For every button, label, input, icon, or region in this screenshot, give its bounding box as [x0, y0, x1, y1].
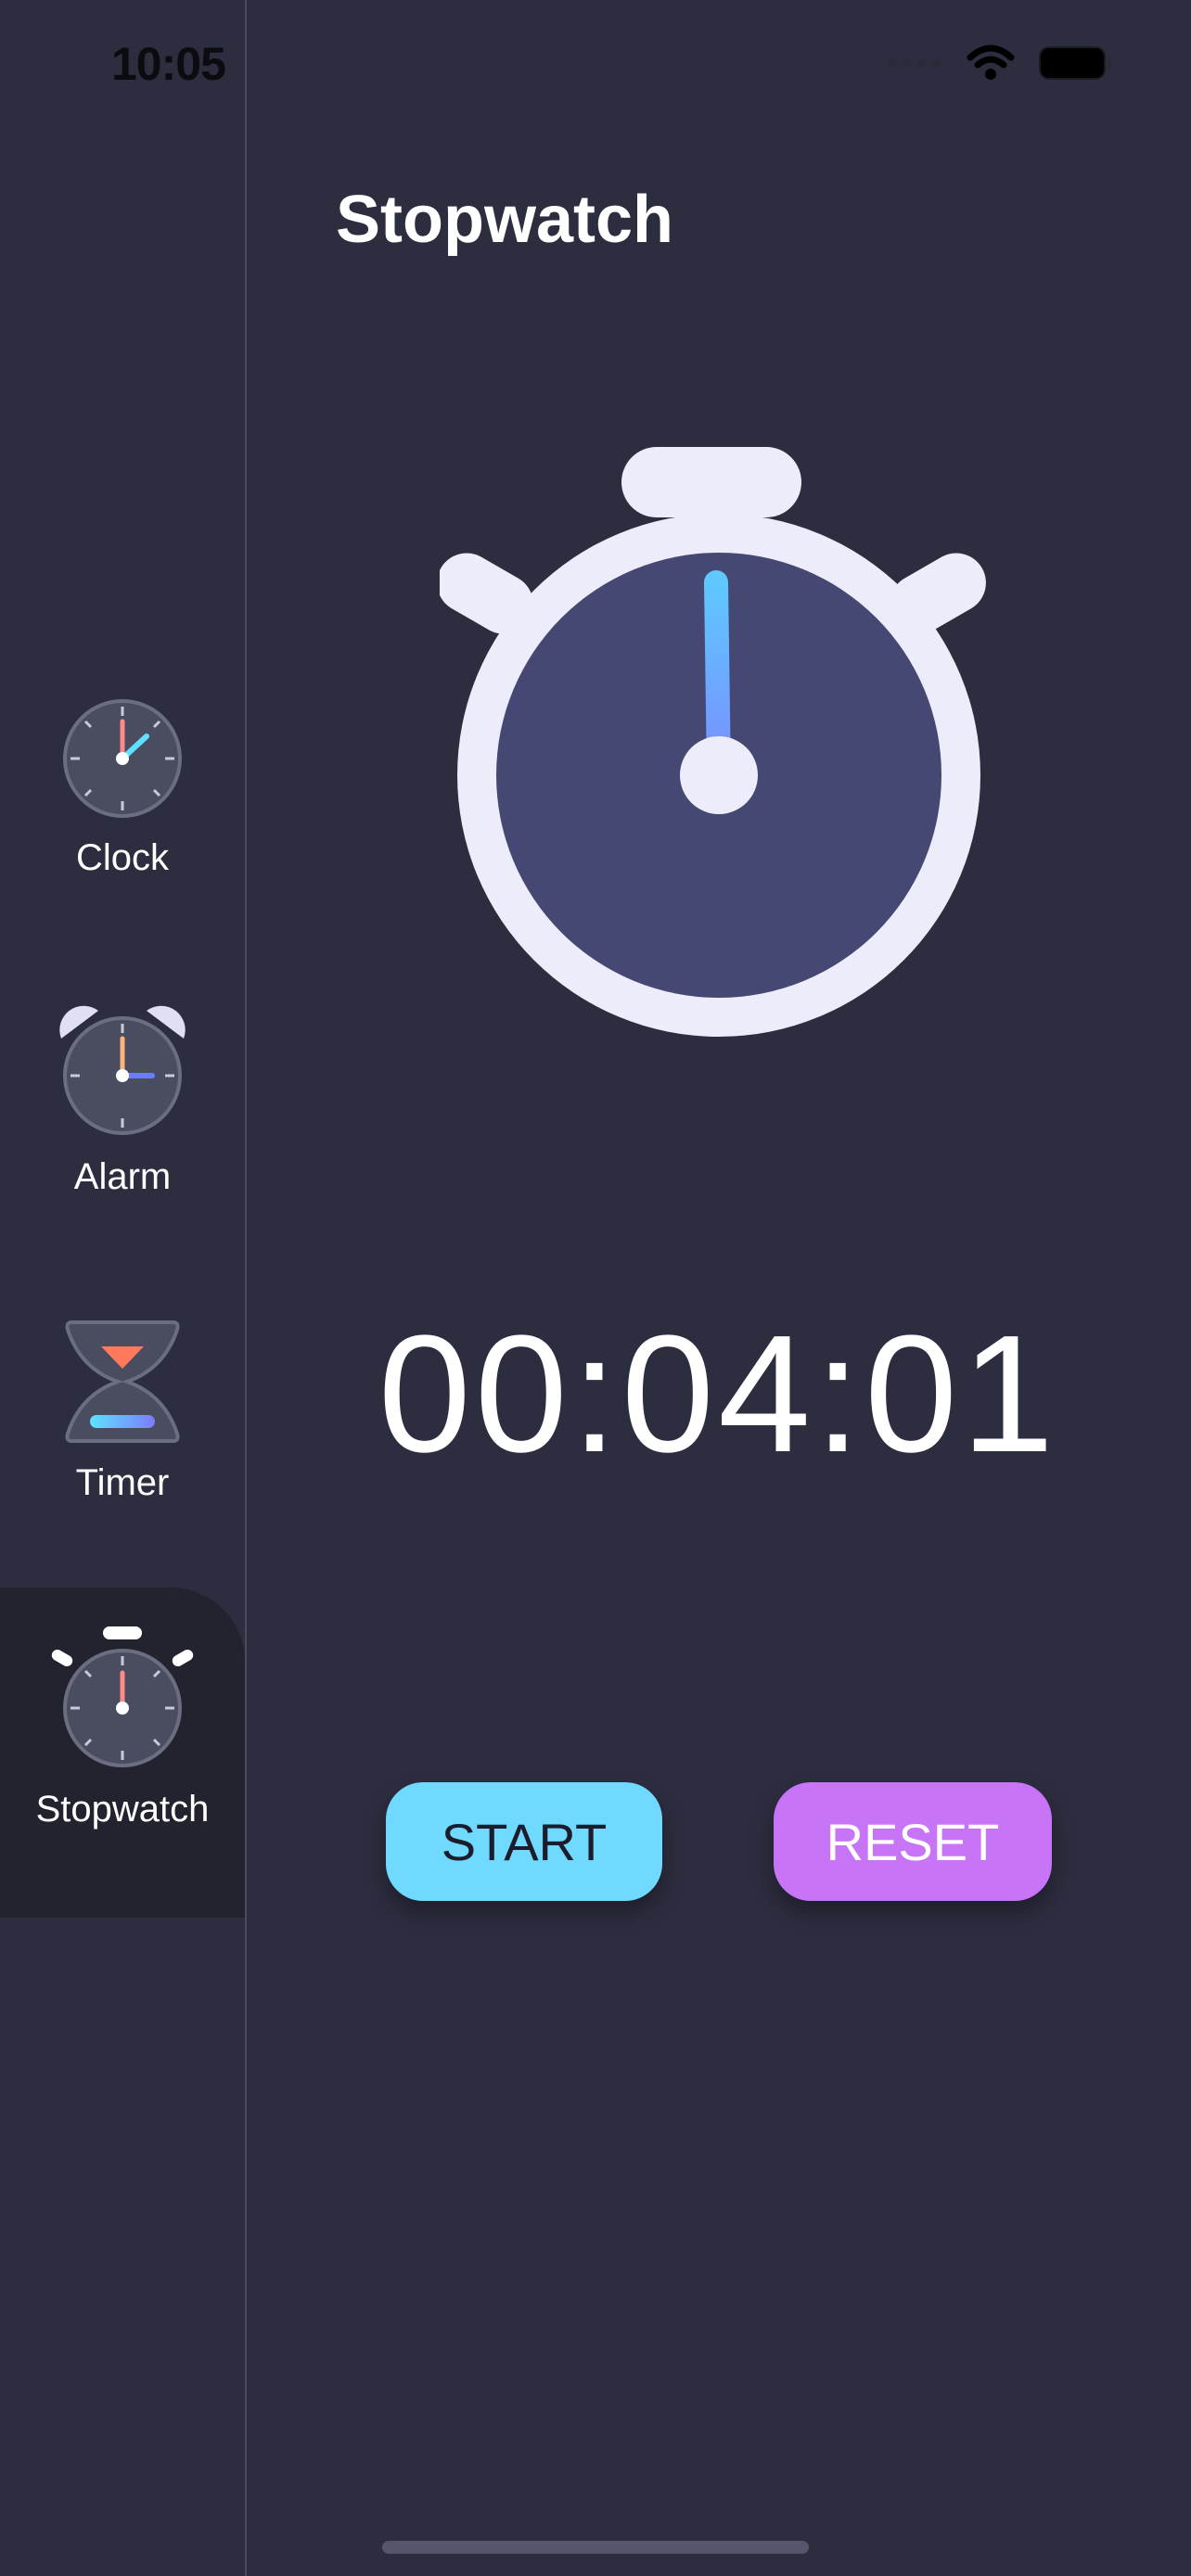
hourglass-icon: [65, 1320, 180, 1443]
sidebar-item-label: Timer: [75, 1462, 170, 1503]
start-button[interactable]: START: [386, 1782, 662, 1901]
stopwatch-illustration: [440, 447, 986, 1037]
battery-icon: [1039, 46, 1112, 80]
sidebar-item-clock[interactable]: Clock: [0, 695, 245, 879]
sidebar-nav: Clock Alarm Timer Stopwatch: [0, 0, 247, 2576]
sidebar-item-stopwatch[interactable]: Stopwatch: [0, 1588, 245, 1918]
sidebar-item-label: Clock: [75, 837, 170, 878]
elapsed-time-display: 00:04:01: [378, 1301, 1058, 1487]
page-title: Stopwatch: [336, 183, 674, 257]
home-indicator: [382, 2541, 809, 2554]
alarm-clock-icon: [59, 1005, 186, 1135]
sidebar-item-label: Alarm: [73, 1156, 172, 1197]
cellular-icon: [888, 58, 941, 68]
stopwatch-screen: 10:05 Clock Alarm Timer Stopwatch Stopwa…: [0, 0, 1191, 2576]
reset-button[interactable]: RESET: [774, 1782, 1052, 1901]
wifi-icon: [967, 45, 1015, 80]
status-icons: [887, 45, 1113, 82]
sidebar-item-alarm[interactable]: Alarm: [0, 1001, 245, 1198]
clock-icon: [63, 699, 182, 818]
sidebar-item-label: Stopwatch: [35, 1789, 210, 1830]
sidebar-item-timer[interactable]: Timer: [0, 1317, 245, 1504]
stopwatch-icon: [51, 1626, 194, 1767]
